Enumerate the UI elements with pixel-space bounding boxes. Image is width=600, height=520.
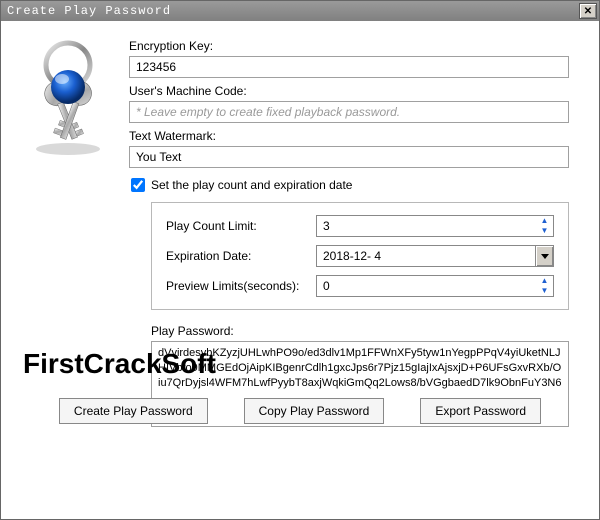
spinner-up-icon[interactable]: ▲ xyxy=(536,216,553,226)
export-password-button[interactable]: Export Password xyxy=(420,398,541,424)
play-count-limit-label: Play Count Limit: xyxy=(166,219,316,233)
preview-limits-label: Preview Limits(seconds): xyxy=(166,279,316,293)
window: Create Play Password ✕ xyxy=(0,0,600,520)
text-watermark-input[interactable] xyxy=(129,146,569,168)
play-password-label: Play Password: xyxy=(151,324,569,338)
spinner-down-icon[interactable]: ▼ xyxy=(536,286,553,296)
window-title: Create Play Password xyxy=(7,4,171,18)
expiration-date-picker[interactable]: 2018-12- 4 xyxy=(316,245,554,267)
spinner-up-icon[interactable]: ▲ xyxy=(536,276,553,286)
expiration-date-value: 2018-12- 4 xyxy=(317,249,535,263)
copy-play-password-button[interactable]: Copy Play Password xyxy=(244,398,385,424)
close-button[interactable]: ✕ xyxy=(579,3,597,19)
limits-fieldset: Play Count Limit: 3 ▲ ▼ Expiration Date: xyxy=(151,202,569,310)
machine-code-label: User's Machine Code: xyxy=(129,84,569,98)
close-icon: ✕ xyxy=(584,6,592,17)
chevron-down-icon[interactable] xyxy=(535,246,553,266)
preview-limits-spinner[interactable]: 0 ▲ ▼ xyxy=(316,275,554,297)
watermark-overlay: FirstCrackSoft xyxy=(23,348,216,380)
encryption-key-label: Encryption Key: xyxy=(129,39,569,53)
play-count-limit-spinner[interactable]: 3 ▲ ▼ xyxy=(316,215,554,237)
preview-limits-value: 0 xyxy=(317,279,535,293)
machine-code-input[interactable] xyxy=(129,101,569,123)
content: Encryption Key: User's Machine Code: Tex… xyxy=(1,21,599,442)
play-count-limit-value: 3 xyxy=(317,219,535,233)
keys-icon xyxy=(23,33,113,168)
spinner-down-icon[interactable]: ▼ xyxy=(536,226,553,236)
expiration-date-label: Expiration Date: xyxy=(166,249,316,263)
set-play-count-label: Set the play count and expiration date xyxy=(151,178,352,192)
create-play-password-button[interactable]: Create Play Password xyxy=(59,398,208,424)
encryption-key-input[interactable] xyxy=(129,56,569,78)
titlebar: Create Play Password ✕ xyxy=(1,1,599,21)
text-watermark-label: Text Watermark: xyxy=(129,129,569,143)
set-play-count-checkbox[interactable] xyxy=(131,178,145,192)
